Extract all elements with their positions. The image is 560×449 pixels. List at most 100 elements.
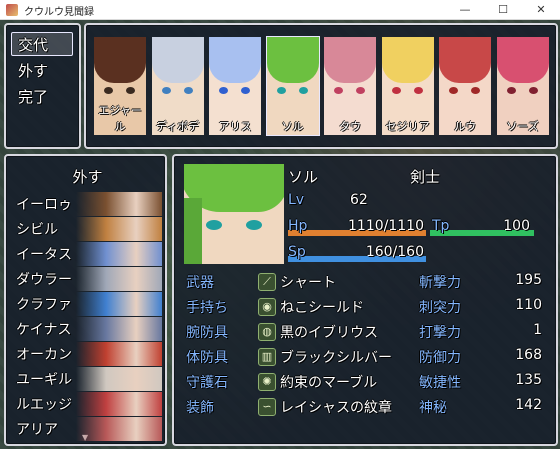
status-window: ソル 剣士 Lv 62 Hp 1110/1110 Tp 100 Sp 160/1… bbox=[172, 154, 558, 446]
equipment-name: ブラックシルバー bbox=[280, 350, 392, 366]
list-item[interactable]: シビル bbox=[14, 217, 162, 241]
party-member-3[interactable]: アリス bbox=[209, 37, 261, 135]
list-item-label: ルエッジ bbox=[16, 397, 72, 413]
party-member-name: ソーズ bbox=[506, 120, 539, 133]
equipment-row[interactable]: 武器 ⟋ シャート 斬撃力 195 bbox=[184, 270, 544, 294]
hp-label: Hp bbox=[288, 218, 308, 234]
sword-icon: ⟋ bbox=[258, 273, 276, 291]
party-member-5[interactable]: タウ bbox=[324, 37, 376, 135]
character-name: ソル bbox=[288, 168, 319, 186]
character-face-strip bbox=[76, 342, 162, 366]
party-member-name: ルウ bbox=[454, 120, 476, 133]
party-member-2[interactable]: ディボデ bbox=[151, 37, 204, 135]
list-item-label: オーカン bbox=[16, 347, 72, 363]
list-item[interactable]: クラファ bbox=[14, 292, 162, 316]
equipment-row[interactable]: 装飾 ∽ レイシャスの紋章 神秘 142 bbox=[184, 395, 544, 419]
equipment-row[interactable]: 腕防具 ◍ 黒のイブリウス 打撃力 1 bbox=[184, 320, 544, 344]
command-remove[interactable]: 外す bbox=[18, 60, 48, 81]
character-face-strip bbox=[76, 267, 162, 291]
list-header: 外す bbox=[72, 168, 103, 186]
face-hair bbox=[209, 37, 261, 83]
equipment-row[interactable]: 手持ち ◉ ねこシールド 刺突力 110 bbox=[184, 295, 544, 319]
tp-value: 100 bbox=[503, 218, 530, 234]
list-item[interactable]: ケイナス bbox=[14, 317, 162, 341]
stat-label: 敏捷性 bbox=[419, 375, 461, 391]
list-item[interactable]: イーロゥ bbox=[14, 192, 162, 216]
list-item[interactable]: ユーギル bbox=[14, 367, 162, 391]
equipment-row[interactable]: 体防具 ▥ ブラックシルバー 防御力 168 bbox=[184, 345, 544, 369]
app-icon bbox=[6, 4, 18, 16]
party-member-name: セジリア bbox=[385, 120, 430, 133]
face-eye bbox=[471, 87, 480, 94]
character-face-strip bbox=[76, 242, 162, 266]
level-label: Lv bbox=[288, 192, 305, 208]
list-item[interactable]: アリア bbox=[14, 417, 162, 441]
stat-value: 142 bbox=[515, 397, 542, 413]
character-face-strip bbox=[76, 392, 162, 416]
level-value: 62 bbox=[350, 192, 368, 208]
character-list-window: 外す ▼ イーロゥシビルイータスダウラークラファケイナスオーカンユーギルルエッジ… bbox=[4, 154, 167, 446]
hp-value: 1110/1110 bbox=[348, 218, 424, 234]
equipment-name: 黒のイブリウス bbox=[280, 325, 378, 341]
equipment-name: 約束のマーブル bbox=[280, 375, 378, 391]
face-eye bbox=[528, 87, 538, 94]
party-member-1[interactable]: エジャール bbox=[94, 37, 146, 135]
character-face-strip bbox=[76, 417, 162, 441]
face-eye bbox=[104, 87, 113, 94]
equipment-name: シャート bbox=[280, 275, 336, 291]
party-member-name: アリス bbox=[218, 120, 252, 133]
equipment-name: ねこシールド bbox=[280, 300, 364, 316]
list-item[interactable]: イータス bbox=[14, 242, 162, 266]
stat-label: 打撃力 bbox=[419, 325, 461, 341]
list-item-label: シビル bbox=[16, 222, 58, 238]
list-item-label: クラファ bbox=[16, 297, 72, 313]
character-portrait bbox=[184, 164, 284, 264]
armlet-icon: ◍ bbox=[258, 323, 276, 341]
face-eye bbox=[506, 87, 516, 94]
party-member-8[interactable]: ソーズ bbox=[496, 37, 549, 135]
window-title: クウルウ見聞録 bbox=[24, 7, 94, 18]
accessory-icon: ∽ bbox=[258, 398, 276, 416]
sp-value: 160/160 bbox=[365, 244, 424, 260]
list-item-label: イータス bbox=[16, 247, 72, 263]
command-window: 交代 外す 完了 bbox=[4, 23, 81, 149]
armor-icon: ▥ bbox=[258, 348, 276, 366]
face-eye bbox=[276, 87, 286, 94]
list-item-label: アリア bbox=[16, 422, 58, 438]
stat-label: 刺突力 bbox=[419, 300, 461, 316]
list-item-label: イーロゥ bbox=[16, 197, 72, 213]
face-hair bbox=[151, 37, 204, 83]
command-swap[interactable]: 交代 bbox=[18, 34, 48, 55]
face-eye bbox=[183, 87, 193, 94]
face-eye bbox=[356, 87, 365, 94]
list-item-label: ダウラー bbox=[16, 272, 72, 288]
face-eye bbox=[449, 87, 458, 94]
list-item[interactable]: ルエッジ bbox=[14, 392, 162, 416]
party-window: エジャール ディボデ アリス ソル タウ セジリア ルウ ソーズ bbox=[84, 23, 558, 149]
face-eye bbox=[219, 87, 228, 94]
character-face-strip bbox=[76, 317, 162, 341]
character-face-strip bbox=[76, 367, 162, 391]
party-member-name: ディボデ bbox=[155, 120, 200, 133]
maximize-button[interactable]: ☐ bbox=[484, 0, 522, 20]
list-item-label: ケイナス bbox=[16, 322, 72, 338]
face-eye bbox=[413, 87, 423, 94]
list-item[interactable]: ダウラー bbox=[14, 267, 162, 291]
list-item[interactable]: オーカン bbox=[14, 342, 162, 366]
equipment-row[interactable]: 守護石 ✺ 約束のマーブル 敏捷性 135 bbox=[184, 370, 544, 394]
party-member-name: ソル bbox=[281, 120, 304, 133]
tp-label: Tp bbox=[432, 218, 450, 234]
party-member-7[interactable]: ルウ bbox=[439, 37, 491, 135]
party-member-4[interactable]: ソル bbox=[265, 36, 320, 136]
party-member-name: エジャール bbox=[98, 104, 142, 133]
window-titlebar: クウルウ見聞録 — ☐ ✕ bbox=[0, 0, 560, 20]
close-button[interactable]: ✕ bbox=[522, 0, 560, 20]
party-member-6[interactable]: セジリア bbox=[381, 37, 434, 135]
equipment-slot: 武器 bbox=[186, 275, 214, 291]
stat-label: 斬撃力 bbox=[419, 275, 461, 291]
command-done[interactable]: 完了 bbox=[18, 86, 48, 107]
stat-value: 168 bbox=[515, 347, 542, 363]
character-class: 剣士 bbox=[410, 168, 441, 186]
minimize-button[interactable]: — bbox=[446, 0, 484, 20]
equipment-name: レイシャスの紋章 bbox=[280, 400, 392, 416]
